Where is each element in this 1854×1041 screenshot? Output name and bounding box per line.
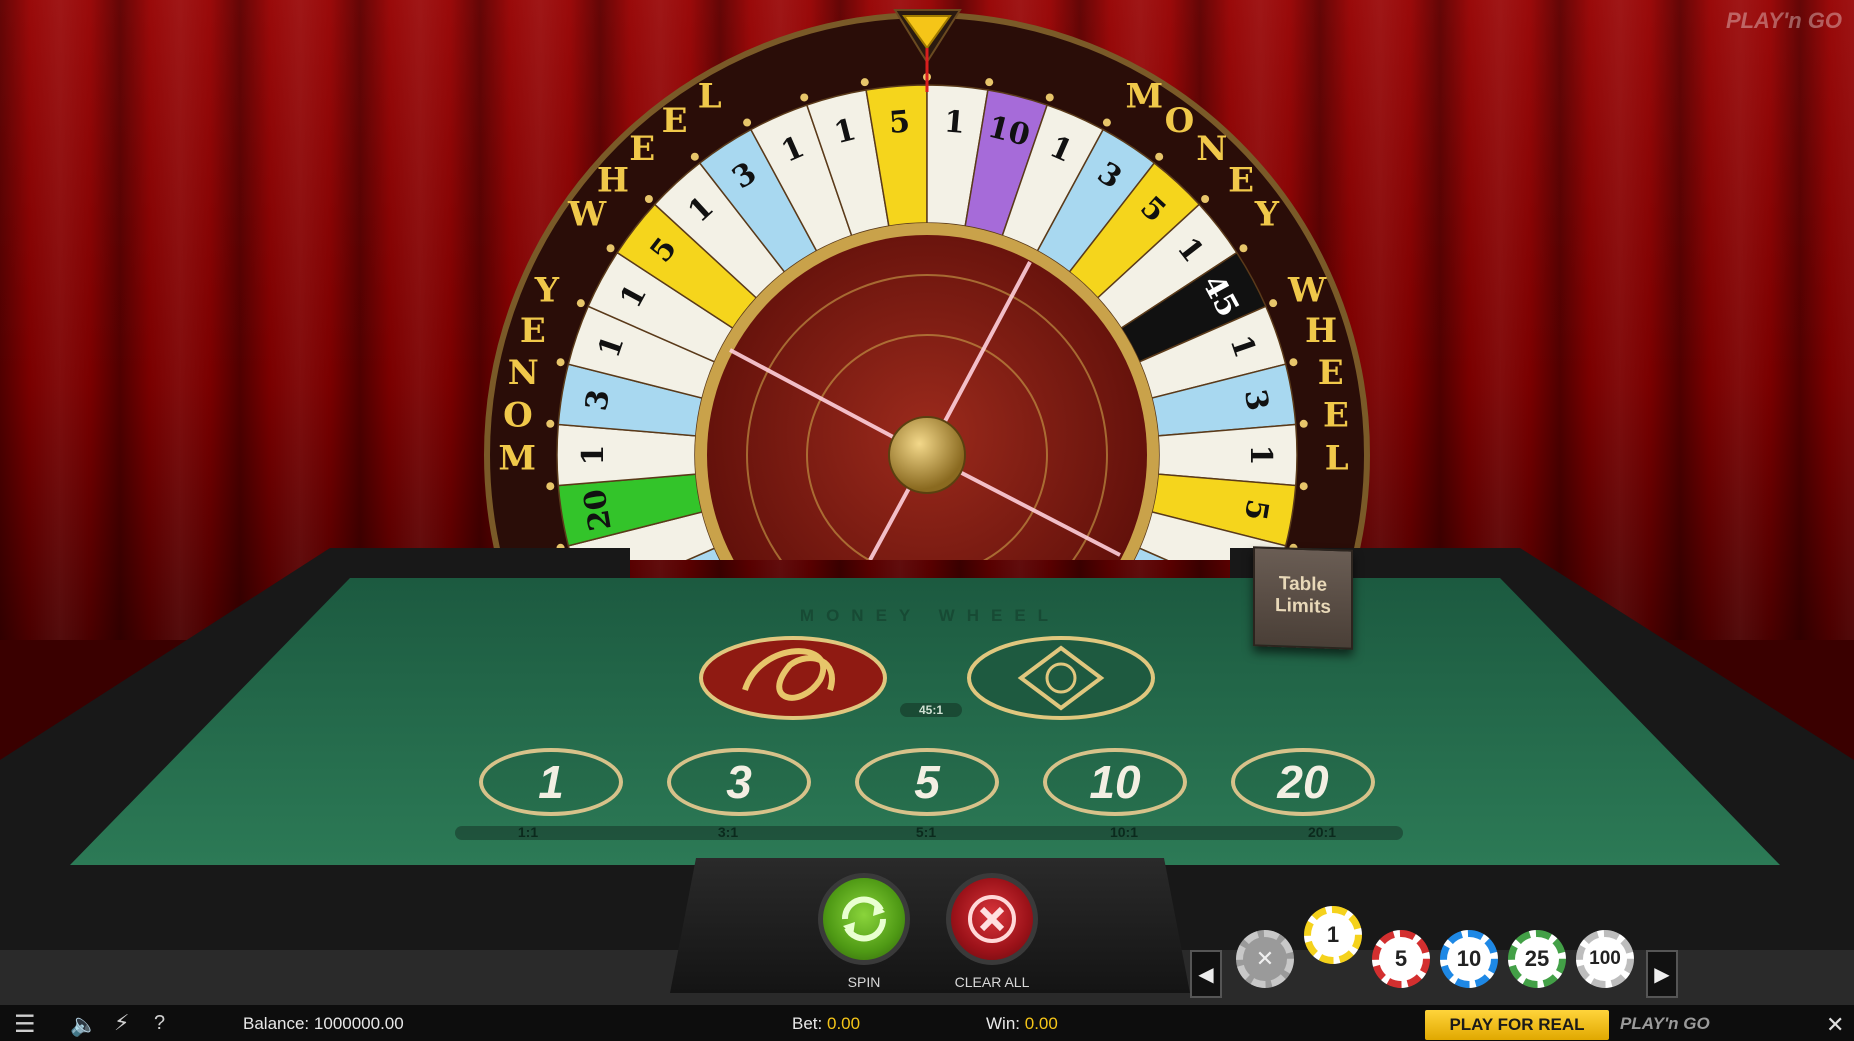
wheel-segment-label: 1	[943, 104, 967, 141]
game-stage: PLAY'n GO 101513131201311513115110135145…	[0, 0, 1854, 1041]
wheel-stud	[1201, 194, 1210, 203]
balance-label: Balance:	[243, 1014, 310, 1033]
wheel-stud	[1239, 244, 1248, 253]
wheel-segment-label: 5	[888, 104, 912, 141]
wheel-stud	[860, 78, 869, 87]
dragon-payout: 45:1	[918, 703, 944, 717]
clear-all-button[interactable]	[946, 873, 1038, 965]
wheel-stud	[1299, 419, 1308, 428]
wheel-stud	[546, 482, 555, 491]
chips-next-button[interactable]: ▶	[1646, 950, 1678, 998]
controls-panel	[670, 858, 1190, 993]
win-display: Win: 0.00	[986, 1014, 1058, 1034]
help-icon[interactable]: ?	[154, 1012, 165, 1035]
wheel-stud	[1045, 93, 1054, 102]
chips-prev-button[interactable]: ◀	[1190, 950, 1222, 998]
remove-chip-button[interactable]: ✕	[1236, 930, 1294, 988]
chip-10[interactable]: 10	[1440, 930, 1498, 988]
chip-5[interactable]: 5	[1372, 930, 1430, 988]
bet-value: 0.00	[826, 1014, 861, 1033]
chip-25[interactable]: 25	[1508, 930, 1566, 988]
spin-label: SPIN	[847, 974, 881, 990]
wheel-stud	[985, 78, 994, 87]
wheel-stud	[644, 194, 653, 203]
felt-title: MONEY WHEEL	[799, 606, 1061, 625]
refresh-icon	[841, 896, 887, 942]
playngo-logo-bottom: PLAY'n GO	[1620, 1014, 1710, 1033]
spin-button[interactable]	[818, 873, 910, 965]
payout-20: 20:1	[1307, 824, 1337, 840]
bet-spot-1[interactable]: 1	[479, 748, 623, 816]
payout-3: 3:1	[717, 824, 739, 840]
payout-5: 5:1	[915, 824, 937, 840]
menu-icon[interactable]: ☰	[14, 1010, 36, 1039]
speaker-icon[interactable]: 🔈	[70, 1012, 97, 1038]
payout-10: 10:1	[1109, 824, 1139, 840]
table-limits-button[interactable]: Table Limits	[1253, 546, 1353, 650]
clear-all-label: CLEAR ALL	[954, 974, 1030, 990]
right-arrow-icon: ▶	[1654, 963, 1670, 986]
wheel-stud	[546, 419, 555, 428]
lightning-icon[interactable]: ⚡	[114, 1010, 129, 1036]
bet-spot-10[interactable]: 10	[1043, 748, 1187, 816]
close-icon: ✕	[1255, 946, 1275, 971]
balance-display: Balance: 1000000.00	[243, 1014, 404, 1034]
wheel-stud	[690, 152, 699, 161]
close-icon[interactable]: ✕	[1826, 1012, 1844, 1038]
bet-spot-20[interactable]: 20	[1231, 748, 1375, 816]
chip-1[interactable]: 1	[1304, 906, 1362, 964]
wheel-center-cap	[888, 416, 966, 494]
win-value: 0.00	[1024, 1014, 1058, 1033]
wheel-stud	[1102, 118, 1111, 127]
play-for-real-button[interactable]: PLAY FOR REAL	[1425, 1010, 1609, 1040]
wheel-segment-label: 20	[577, 486, 618, 533]
wheel-stud	[743, 118, 752, 127]
wheel-segment-label: 1	[576, 445, 611, 466]
wheel-stud	[1155, 152, 1164, 161]
wheel-stud	[1269, 299, 1278, 308]
wheel-segment-label: 1	[1243, 445, 1278, 466]
wheel-stud	[800, 93, 809, 102]
bet-spot-3[interactable]: 3	[667, 748, 811, 816]
bet-label: Bet:	[792, 1014, 823, 1033]
wheel-stud	[606, 244, 615, 253]
payout-1: 1:1	[517, 824, 539, 840]
wheel-stud	[556, 358, 565, 367]
bet-display: Bet: 0.00	[792, 1014, 860, 1034]
chip-100[interactable]: 100	[1576, 930, 1634, 988]
bet-spot-5[interactable]: 5	[855, 748, 999, 816]
wheel-stud	[1299, 482, 1308, 491]
wheel-stud	[1289, 358, 1298, 367]
wheel-stud	[576, 299, 585, 308]
win-label: Win:	[986, 1014, 1020, 1033]
left-arrow-icon: ◀	[1198, 963, 1214, 986]
close-icon	[968, 895, 1016, 943]
balance-value: 1000000.00	[313, 1014, 404, 1033]
